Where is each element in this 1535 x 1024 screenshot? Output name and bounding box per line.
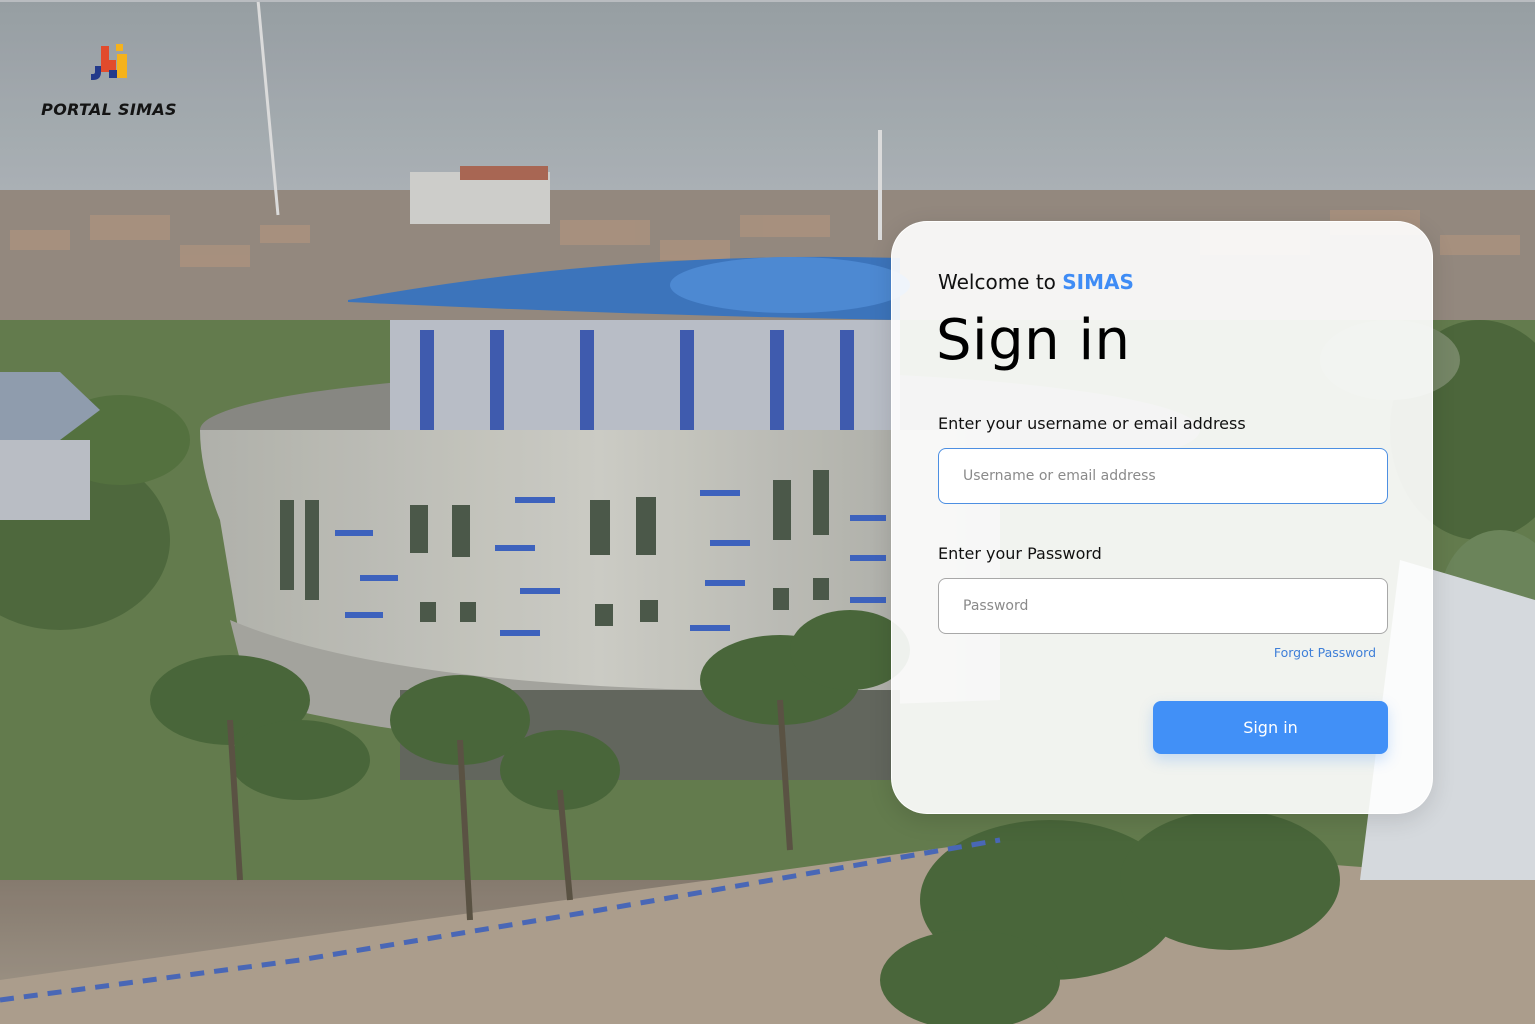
username-label: Enter your username or email address — [938, 414, 1246, 433]
password-label: Enter your Password — [938, 544, 1102, 563]
password-input[interactable] — [938, 578, 1388, 634]
sign-in-button[interactable]: Sign in — [1153, 701, 1388, 754]
portal-simas-logo-icon — [91, 44, 127, 80]
page-title: Sign in — [936, 308, 1131, 373]
login-card: Welcome to SIMAS Sign in Enter your user… — [891, 221, 1433, 814]
top-border — [0, 0, 1535, 2]
welcome-brand: SIMAS — [1062, 270, 1134, 294]
welcome-text: Welcome to SIMAS — [938, 270, 1134, 294]
brand-name: PORTAL SIMAS — [41, 100, 177, 119]
forgot-password-link[interactable]: Forgot Password — [1274, 645, 1376, 660]
brand: PORTAL SIMAS — [40, 40, 178, 119]
welcome-prefix: Welcome to — [938, 270, 1063, 294]
username-input[interactable] — [938, 448, 1388, 504]
login-page: PORTAL SIMAS Welcome to SIMAS Sign in En… — [0, 0, 1535, 1024]
